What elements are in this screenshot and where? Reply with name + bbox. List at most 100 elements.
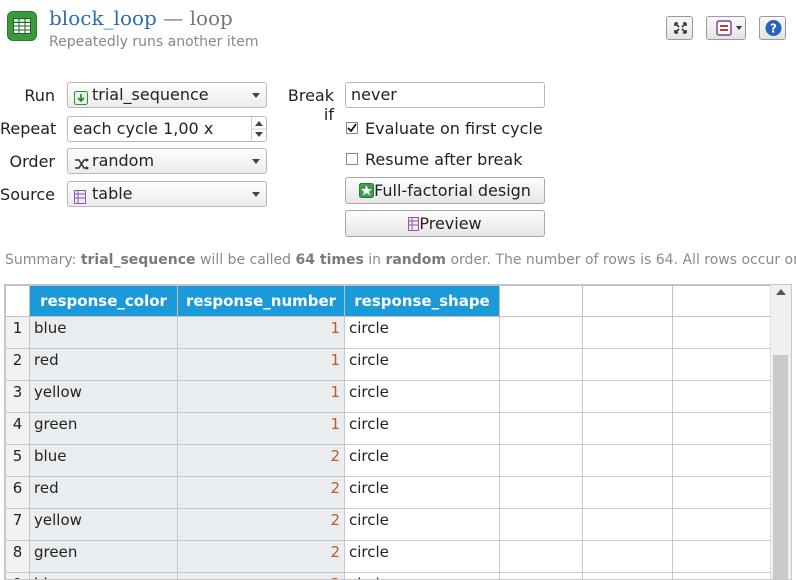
- table-row[interactable]: 6 red 2 circle: [5, 476, 773, 509]
- column-header[interactable]: response_number: [177, 285, 345, 317]
- row-number[interactable]: 8: [5, 540, 30, 573]
- options-menu-button[interactable]: [706, 16, 746, 40]
- column-header[interactable]: response_color: [29, 285, 178, 317]
- row-number[interactable]: 9: [5, 572, 30, 579]
- cell-response-number[interactable]: 2: [177, 508, 345, 541]
- checkbox-box[interactable]: [346, 122, 358, 134]
- column-header[interactable]: [582, 285, 673, 317]
- row-number[interactable]: 5: [5, 444, 30, 477]
- row-number[interactable]: 2: [5, 348, 30, 381]
- table-row[interactable]: 8 green 2 circle: [5, 540, 773, 573]
- cell-empty[interactable]: [582, 412, 673, 445]
- column-header[interactable]: [499, 285, 583, 317]
- cell-empty[interactable]: [582, 316, 673, 349]
- item-description[interactable]: Repeatedly runs another item: [49, 34, 258, 50]
- cell-empty[interactable]: [499, 412, 583, 445]
- cell-response-color[interactable]: yellow: [29, 508, 178, 541]
- order-combobox[interactable]: random: [67, 148, 267, 174]
- cell-empty[interactable]: [499, 348, 583, 381]
- cell-response-shape[interactable]: circle: [344, 540, 500, 573]
- cell-response-color[interactable]: blue: [29, 316, 178, 349]
- cell-empty[interactable]: [672, 348, 773, 381]
- cell-response-shape[interactable]: circle: [344, 412, 500, 445]
- full-factorial-button[interactable]: Full-factorial design: [345, 177, 545, 204]
- break-if-input[interactable]: never: [345, 82, 545, 108]
- cell-response-number[interactable]: 3: [177, 572, 345, 579]
- table-row[interactable]: 2 red 1 circle: [5, 348, 773, 381]
- row-number[interactable]: 6: [5, 476, 30, 509]
- row-number[interactable]: 7: [5, 508, 30, 541]
- cell-response-shape[interactable]: circle: [344, 572, 500, 579]
- cell-empty[interactable]: [672, 572, 773, 579]
- cell-response-number[interactable]: 1: [177, 380, 345, 413]
- cell-response-shape[interactable]: circle: [344, 444, 500, 477]
- vertical-scrollbar[interactable]: [770, 285, 791, 579]
- cell-empty[interactable]: [672, 380, 773, 413]
- cell-empty[interactable]: [672, 540, 773, 573]
- cell-empty[interactable]: [582, 572, 673, 579]
- row-number[interactable]: 4: [5, 412, 30, 445]
- scroll-up-icon[interactable]: [776, 289, 786, 295]
- cell-empty[interactable]: [499, 540, 583, 573]
- cell-response-number[interactable]: 1: [177, 412, 345, 445]
- column-header[interactable]: [672, 285, 773, 317]
- cell-response-shape[interactable]: circle: [344, 380, 500, 413]
- table-row[interactable]: 4 green 1 circle: [5, 412, 773, 445]
- cell-response-color[interactable]: yellow: [29, 380, 178, 413]
- cell-response-color[interactable]: green: [29, 540, 178, 573]
- cell-empty[interactable]: [499, 380, 583, 413]
- cell-response-color[interactable]: blue: [29, 572, 178, 579]
- cell-response-number[interactable]: 2: [177, 540, 345, 573]
- item-name[interactable]: block_loop: [49, 6, 157, 30]
- cell-empty[interactable]: [499, 572, 583, 579]
- table-row[interactable]: 5 blue 2 circle: [5, 444, 773, 477]
- cell-empty[interactable]: [499, 316, 583, 349]
- resume-after-break-checkbox[interactable]: Resume after break: [346, 150, 566, 170]
- cell-empty[interactable]: [582, 380, 673, 413]
- cell-response-color[interactable]: blue: [29, 444, 178, 477]
- cell-empty[interactable]: [582, 508, 673, 541]
- cell-empty[interactable]: [672, 508, 773, 541]
- corner-cell[interactable]: [5, 285, 30, 317]
- table-row[interactable]: 3 yellow 1 circle: [5, 380, 773, 413]
- run-combobox[interactable]: trial_sequence: [67, 82, 267, 108]
- table-row[interactable]: 9blue3circle: [5, 572, 773, 579]
- cell-empty[interactable]: [499, 444, 583, 477]
- cell-response-number[interactable]: 2: [177, 444, 345, 477]
- cell-empty[interactable]: [582, 540, 673, 573]
- scrollbar-thumb[interactable]: [773, 355, 788, 579]
- cell-response-color[interactable]: red: [29, 476, 178, 509]
- repeat-spinbox[interactable]: each cycle 1,00 x: [67, 116, 267, 142]
- cell-empty[interactable]: [672, 316, 773, 349]
- cell-empty[interactable]: [499, 508, 583, 541]
- cell-response-number[interactable]: 1: [177, 316, 345, 349]
- table-row[interactable]: 7 yellow 2 circle: [5, 508, 773, 541]
- loop-table-grid[interactable]: response_color response_number response_…: [5, 285, 773, 579]
- table-row[interactable]: 1 blue 1 circle: [5, 316, 773, 349]
- help-button[interactable]: ?: [759, 16, 786, 40]
- column-header[interactable]: response_shape: [344, 285, 500, 317]
- cell-response-color[interactable]: green: [29, 412, 178, 445]
- row-number[interactable]: 3: [5, 380, 30, 413]
- cell-response-color[interactable]: red: [29, 348, 178, 381]
- cell-response-number[interactable]: 2: [177, 476, 345, 509]
- cell-response-shape[interactable]: circle: [344, 476, 500, 509]
- maximize-button[interactable]: [666, 16, 693, 40]
- source-combobox[interactable]: table: [67, 181, 267, 207]
- cell-response-number[interactable]: 1: [177, 348, 345, 381]
- repeat-stepper[interactable]: [251, 117, 266, 141]
- cell-response-shape[interactable]: circle: [344, 316, 500, 349]
- cell-empty[interactable]: [582, 476, 673, 509]
- loop-table[interactable]: response_color response_number response_…: [4, 284, 792, 580]
- cell-empty[interactable]: [672, 476, 773, 509]
- checkbox-box[interactable]: [346, 153, 358, 165]
- cell-empty[interactable]: [582, 444, 673, 477]
- cell-response-shape[interactable]: circle: [344, 508, 500, 541]
- evaluate-first-checkbox[interactable]: Evaluate on first cycle: [346, 119, 566, 139]
- row-number[interactable]: 1: [5, 316, 30, 349]
- cell-empty[interactable]: [672, 412, 773, 445]
- preview-button[interactable]: Preview: [345, 210, 545, 237]
- cell-response-shape[interactable]: circle: [344, 348, 500, 381]
- item-title[interactable]: block_loop — loop: [49, 6, 233, 30]
- cell-empty[interactable]: [672, 444, 773, 477]
